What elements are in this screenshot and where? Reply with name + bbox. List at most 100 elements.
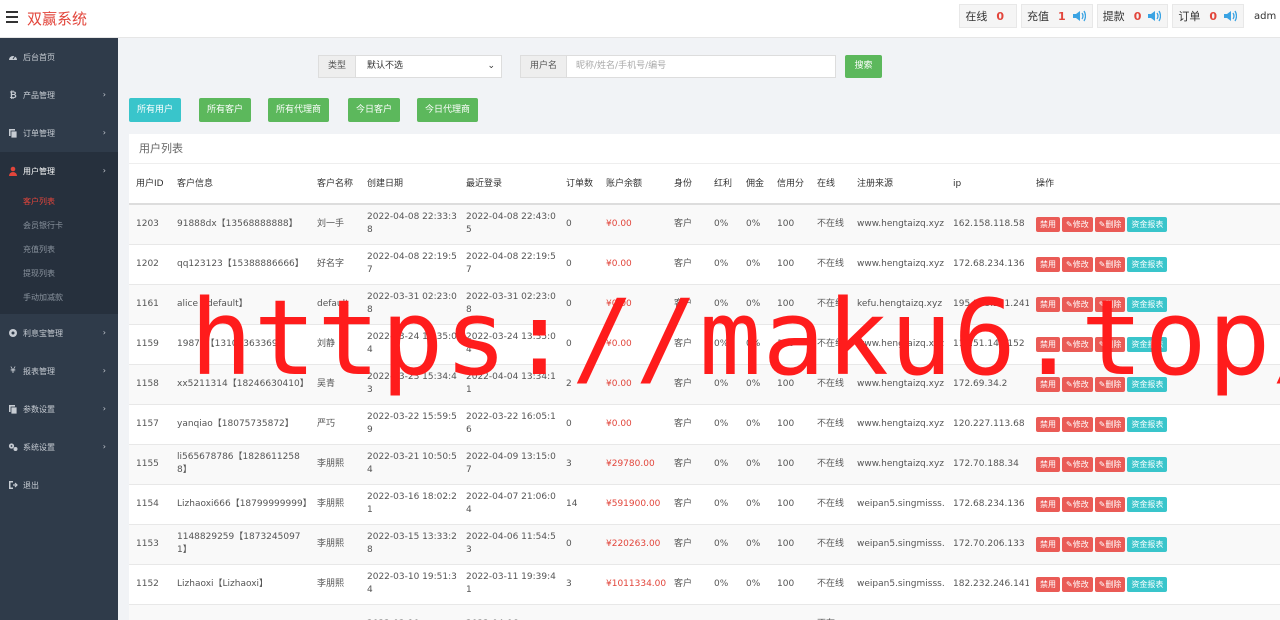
table-cell: 0% bbox=[739, 204, 770, 245]
edit-button[interactable]: ✎修改 bbox=[1062, 216, 1093, 232]
sidebar-item-products[interactable]: ₿ 产品管理 › bbox=[0, 76, 118, 114]
stat-withdraw[interactable]: 提款 0 bbox=[1096, 4, 1169, 28]
disable-button[interactable]: 禁用 bbox=[1036, 496, 1060, 512]
delete-button[interactable]: ✎删除 bbox=[1094, 576, 1126, 592]
column-header: 红利 bbox=[707, 164, 739, 205]
type-select[interactable]: 默认不选 ⌄ bbox=[356, 56, 501, 77]
fund-report-button[interactable]: 资金报表 bbox=[1127, 256, 1168, 272]
sidebar-item-system[interactable]: 系统设置 › bbox=[0, 428, 118, 466]
table-cell: 162.158.118.58 bbox=[946, 204, 1029, 245]
table-cell: www.hengtaizq.xyz bbox=[850, 404, 946, 445]
sidebar-item-params[interactable]: 参数设置 › bbox=[0, 390, 118, 428]
username-input[interactable]: 昵称/姓名/手机号/编号 bbox=[567, 56, 835, 77]
chevron-right-icon: › bbox=[102, 90, 106, 99]
sidebar-subitem-bank-cards[interactable]: 会员银行卡 bbox=[0, 214, 118, 238]
delete-button[interactable]: ✎删除 bbox=[1094, 216, 1126, 232]
table-cell: 14 bbox=[559, 484, 599, 525]
menu-icon[interactable] bbox=[6, 11, 18, 23]
chevron-down-icon: ⌄ bbox=[487, 61, 496, 71]
sidebar-item-orders[interactable]: 订单管理 › bbox=[0, 114, 118, 152]
fund-report-button[interactable]: 资金报表 bbox=[1127, 496, 1168, 512]
table-cell: 0% bbox=[739, 444, 770, 485]
table-cell: 2022-03-22 16:05:16 bbox=[459, 404, 559, 445]
table-cell: 100 bbox=[770, 404, 810, 445]
fund-report-button[interactable]: 资金报表 bbox=[1127, 216, 1168, 232]
table-cell: ¥0.00 bbox=[599, 204, 667, 245]
edit-button[interactable]: ✎修改 bbox=[1062, 536, 1093, 552]
fund-report-button[interactable]: 资金报表 bbox=[1127, 576, 1168, 592]
sidebar-subitem-adjust[interactable]: 手动加减款 bbox=[0, 286, 118, 310]
sidebar-item-logout[interactable]: 退出 bbox=[0, 466, 118, 504]
table-cell bbox=[946, 604, 1029, 620]
search-button[interactable]: 搜索 bbox=[845, 55, 882, 78]
table-cell: ¥0.00 bbox=[599, 404, 667, 445]
gears-icon bbox=[8, 442, 18, 452]
actions-cell: 禁用 ✎修改 ✎删除 资金报表 bbox=[1029, 484, 1280, 525]
delete-button[interactable]: ✎删除 bbox=[1094, 256, 1126, 272]
disable-button[interactable]: 禁用 bbox=[1036, 216, 1060, 232]
table-cell: 100 bbox=[770, 484, 810, 525]
bitcoin-icon: ₿ bbox=[9, 90, 17, 101]
table-cell: 客户 bbox=[667, 524, 707, 565]
chevron-right-icon: › bbox=[102, 128, 106, 137]
table-cell: 李朋熙 bbox=[310, 524, 360, 565]
edit-button[interactable]: ✎修改 bbox=[1062, 576, 1093, 592]
sidebar-item-interest[interactable]: 利息宝管理 › bbox=[0, 314, 118, 352]
table-cell: 0% bbox=[707, 404, 739, 445]
chevron-right-icon: › bbox=[102, 442, 106, 451]
sidebar-item-dashboard[interactable]: 后台首页 bbox=[0, 38, 118, 76]
speaker-icon[interactable] bbox=[1223, 10, 1237, 22]
stat-online[interactable]: 在线 0 bbox=[959, 4, 1018, 28]
table-cell bbox=[599, 604, 667, 620]
disable-button[interactable]: 禁用 bbox=[1036, 536, 1060, 552]
table-header-row: 用户ID 客户信息 客户名称 创建日期 最近登录 订单数 账户余额 身份 红利 佣金 信用分 在线 注册… bbox=[129, 164, 1280, 205]
all-agents-button[interactable]: 所有代理商 bbox=[268, 98, 330, 122]
sidebar-item-reports[interactable]: ¥ 报表管理 › bbox=[0, 352, 118, 390]
sidebar-subitem-recharge[interactable]: 充值列表 bbox=[0, 238, 118, 262]
table-cell: 0 bbox=[559, 404, 599, 445]
all-users-button[interactable]: 所有用户 bbox=[129, 98, 182, 122]
disable-button[interactable]: 禁用 bbox=[1036, 416, 1060, 432]
delete-button[interactable]: ✎删除 bbox=[1094, 456, 1126, 472]
table-cell: 0% bbox=[739, 484, 770, 525]
table-row: 1152 Lizhaoxi【Lizhaoxi】 李朋熙 2022-03-10 19:5… bbox=[129, 564, 1280, 605]
admin-menu[interactable]: adm bbox=[1254, 11, 1280, 22]
table-row: 1157 yanqiao【18075735872】 严巧 2022-03-22 15:… bbox=[129, 404, 1280, 445]
disable-button[interactable]: 禁用 bbox=[1036, 576, 1060, 592]
table-cell: 172.70.188.34 bbox=[946, 444, 1029, 485]
sidebar-item-label: 退出 bbox=[23, 480, 39, 490]
table-cell: 1148829259【18732450971】 bbox=[170, 524, 310, 565]
delete-button[interactable]: ✎删除 bbox=[1094, 536, 1126, 552]
stat-orders[interactable]: 订单 0 bbox=[1172, 4, 1244, 28]
sidebar-subitem-withdraw[interactable]: 提现列表 bbox=[0, 262, 118, 286]
table-cell: 182.232.246.141 bbox=[946, 564, 1029, 605]
column-header: 操作 bbox=[1029, 164, 1280, 205]
table-cell: 不在 bbox=[810, 604, 850, 620]
fund-report-button[interactable]: 资金报表 bbox=[1127, 536, 1168, 552]
all-customers-button[interactable]: 所有客户 bbox=[199, 98, 252, 122]
edit-button[interactable]: ✎修改 bbox=[1062, 416, 1093, 432]
chevron-right-icon: › bbox=[102, 404, 106, 413]
table-cell: 0 bbox=[559, 204, 599, 245]
fund-report-button[interactable]: 资金报表 bbox=[1127, 456, 1168, 472]
edit-button[interactable]: ✎修改 bbox=[1062, 456, 1093, 472]
disable-button[interactable]: 禁用 bbox=[1036, 456, 1060, 472]
delete-button[interactable]: ✎删除 bbox=[1094, 496, 1126, 512]
stat-recharge[interactable]: 充值 1 bbox=[1021, 4, 1093, 28]
edit-button[interactable]: ✎修改 bbox=[1062, 496, 1093, 512]
today-customers-button[interactable]: 今日客户 bbox=[348, 98, 401, 122]
speaker-icon[interactable] bbox=[1147, 10, 1162, 22]
table-cell: 100 bbox=[770, 204, 810, 245]
stat-value: 0 bbox=[996, 9, 1005, 23]
sidebar-item-users[interactable]: 用户管理 › bbox=[0, 152, 118, 190]
speaker-icon[interactable] bbox=[1072, 10, 1086, 22]
fund-report-button[interactable]: 资金报表 bbox=[1127, 416, 1168, 432]
table-cell bbox=[170, 604, 310, 620]
disable-button[interactable]: 禁用 bbox=[1036, 256, 1060, 272]
sidebar-subitem-customers[interactable]: 客户列表 bbox=[0, 190, 118, 214]
table-cell: 客户 bbox=[667, 564, 707, 605]
delete-button[interactable]: ✎删除 bbox=[1094, 416, 1126, 432]
today-agents-button[interactable]: 今日代理商 bbox=[417, 98, 479, 122]
table-cell: 1152 bbox=[129, 564, 170, 605]
edit-button[interactable]: ✎修改 bbox=[1062, 256, 1093, 272]
